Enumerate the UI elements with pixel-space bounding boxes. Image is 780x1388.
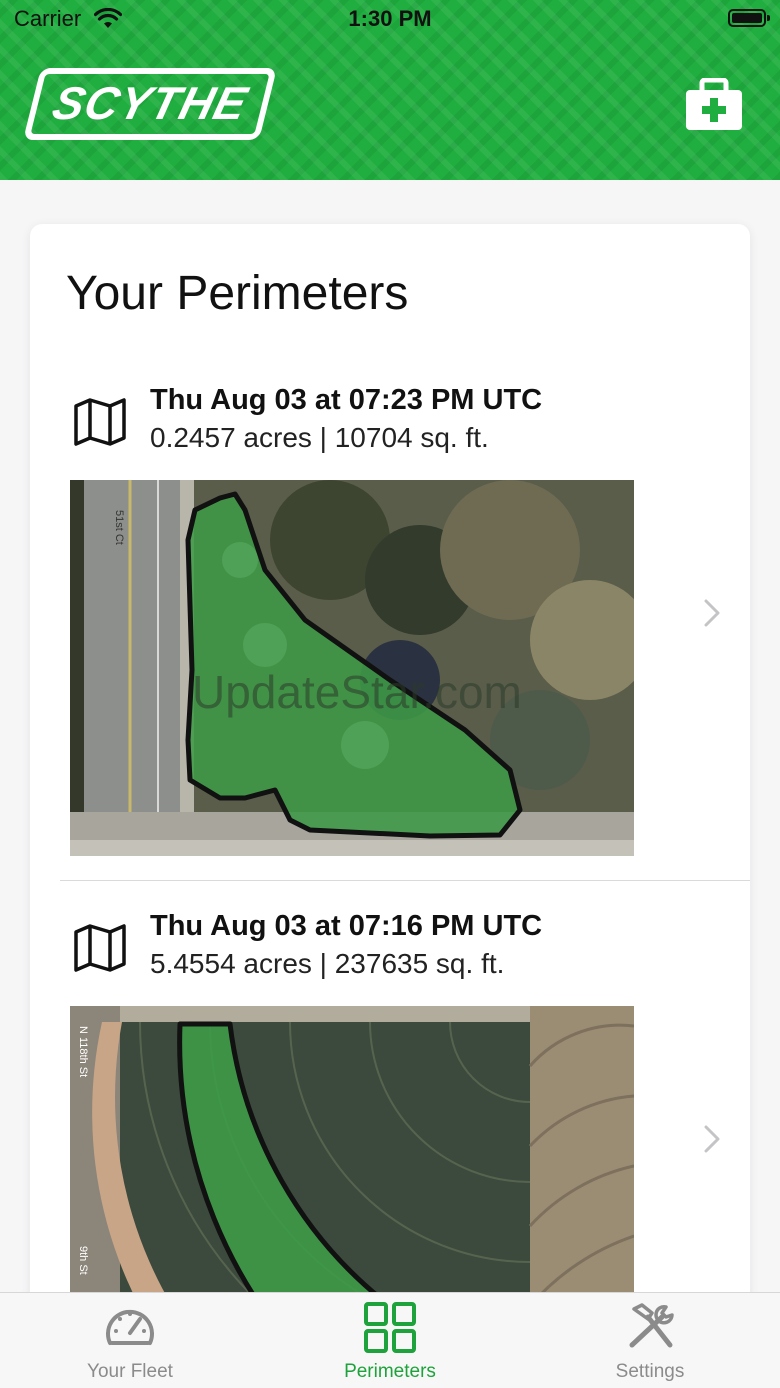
logo-text: SCYTHE: [47, 77, 254, 129]
perimeters-card: Your Perimeters Thu Aug 03 at 07:23 PM U…: [30, 224, 750, 1382]
tab-perimeters[interactable]: Perimeters: [260, 1293, 520, 1388]
watermark-text: UpdateStar.com: [192, 666, 522, 718]
map-icon: [74, 398, 126, 446]
satellite-map-thumbnail[interactable]: 51st Ct UpdateStar.com: [70, 480, 634, 856]
battery-icon: [728, 9, 770, 27]
street-label: 51st Ct: [113, 510, 125, 545]
tab-settings[interactable]: Settings: [520, 1293, 780, 1388]
status-bar: Carrier 1:30 PM: [0, 0, 780, 40]
status-time: 1:30 PM: [348, 6, 432, 31]
tab-label: Settings: [615, 1361, 685, 1382]
grid-icon: [364, 1302, 416, 1353]
perimeter-date: Thu Aug 03 at 07:16 PM UTC: [150, 910, 543, 942]
tools-icon: [629, 1303, 674, 1348]
perimeter-area: 0.2457 acres | 10704 sq. ft.: [150, 422, 489, 453]
tab-label: Perimeters: [344, 1361, 436, 1382]
tab-bar: Your Fleet Perimeters Settings: [0, 1292, 780, 1388]
street-label: N 118th St: [77, 1026, 89, 1077]
page-title: Your Perimeters: [66, 267, 409, 320]
chevron-right-icon: [704, 1125, 720, 1153]
perimeter-date: Thu Aug 03 at 07:23 PM UTC: [150, 384, 543, 416]
medkit-plus-icon[interactable]: [684, 78, 744, 132]
scythe-logo: SCYTHE: [23, 68, 277, 140]
chevron-right-icon: [704, 599, 720, 627]
divider: [60, 880, 750, 881]
map-icon: [74, 924, 126, 972]
street-label: 9th St: [77, 1246, 89, 1275]
app-header: Carrier 1:30 PM SCYTHE: [0, 0, 780, 180]
perimeter-area: 5.4554 acres | 237635 sq. ft.: [150, 948, 505, 979]
tab-your-fleet[interactable]: Your Fleet: [0, 1293, 260, 1388]
tab-label: Your Fleet: [87, 1361, 173, 1382]
speedometer-icon: [106, 1309, 154, 1345]
